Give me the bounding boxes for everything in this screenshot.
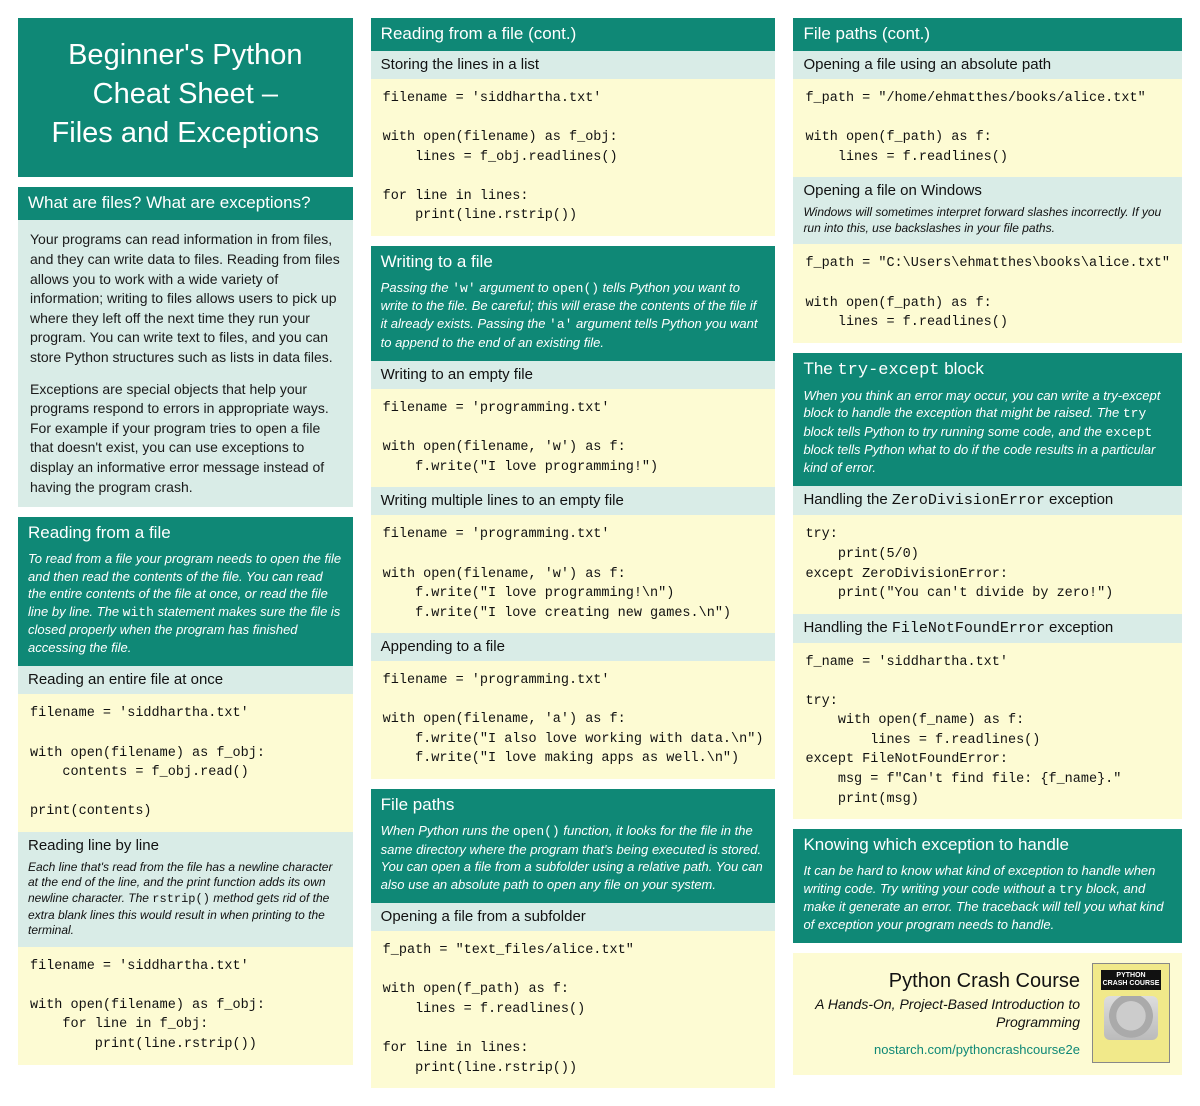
text: Handling the: [803, 619, 891, 636]
column-2: Reading from a file (cont.) Storing the …: [371, 18, 776, 1088]
knowing-section: Knowing which exception to handle It can…: [793, 829, 1182, 943]
filepaths-desc: When Python runs the open() function, it…: [371, 822, 776, 903]
intro-body: Your programs can read information in fr…: [18, 220, 353, 507]
intro-p1: Your programs can read information in fr…: [30, 230, 341, 367]
try-except-section: The try-except block When you think an e…: [793, 353, 1182, 819]
code-inline: try: [1059, 882, 1082, 897]
code-inline: try: [1123, 406, 1146, 421]
zde-code: try: print(5/0) except ZeroDivisionError…: [793, 515, 1182, 613]
text: argument to: [476, 280, 553, 295]
code-inline: 'a': [549, 317, 572, 332]
reading-section: Reading from a file To read from a file …: [18, 517, 353, 1064]
text: The: [803, 359, 837, 378]
filepaths-section: File paths When Python runs the open() f…: [371, 789, 776, 1088]
win-subhead: Opening a file on Windows: [793, 177, 1182, 205]
reading-cont-header: Reading from a file (cont.): [371, 18, 776, 51]
text: exception: [1045, 619, 1113, 636]
win-desc: Windows will sometimes interpret forward…: [793, 205, 1182, 244]
store-subhead: Storing the lines in a list: [371, 51, 776, 79]
subfolder-code: f_path = "text_files/alice.txt" with ope…: [371, 931, 776, 1088]
code-inline: 'w': [452, 281, 475, 296]
writing-header: Writing to a file: [371, 246, 776, 279]
cheat-sheet-page: Beginner's Python Cheat Sheet – Files an…: [18, 18, 1182, 1088]
filepaths-cont-header: File paths (cont.): [793, 18, 1182, 51]
page-title: Beginner's Python Cheat Sheet – Files an…: [18, 18, 353, 177]
code-inline: ZeroDivisionError: [892, 492, 1045, 509]
filepaths-header: File paths: [371, 789, 776, 822]
code-inline: except: [1106, 425, 1153, 440]
intro-section: What are files? What are exceptions? You…: [18, 187, 353, 507]
code-inline: try-except: [837, 361, 939, 380]
robot-icon: [1104, 996, 1158, 1040]
writing-section: Writing to a file Passing the 'w' argume…: [371, 246, 776, 779]
code-inline: FileNotFoundError: [892, 620, 1045, 637]
write-multi-subhead: Writing multiple lines to an empty file: [371, 487, 776, 515]
column-1: Beginner's Python Cheat Sheet – Files an…: [18, 18, 353, 1088]
read-entire-subhead: Reading an entire file at once: [18, 666, 353, 694]
write-multi-code: filename = 'programming.txt' with open(f…: [371, 515, 776, 633]
promo-title: Python Crash Course: [805, 970, 1080, 993]
read-entire-code: filename = 'siddhartha.txt' with open(fi…: [18, 694, 353, 831]
knowing-header: Knowing which exception to handle: [793, 829, 1182, 862]
book-cover-icon: PYTHON CRASH COURSE: [1092, 963, 1170, 1063]
knowing-desc: It can be hard to know what kind of exce…: [793, 862, 1182, 943]
text: Handling the: [803, 491, 891, 508]
column-3: File paths (cont.) Opening a file using …: [793, 18, 1182, 1088]
read-line-subhead: Reading line by line: [18, 832, 353, 860]
text: When you think an error may occur, you c…: [803, 388, 1160, 421]
append-subhead: Appending to a file: [371, 633, 776, 661]
code-inline: open(): [513, 824, 560, 839]
code-inline: open(): [552, 281, 599, 296]
text: block tells Python what to do if the cod…: [803, 442, 1155, 475]
text: block: [940, 359, 984, 378]
promo-subtitle: A Hands-On, Project-Based Introduction t…: [805, 995, 1080, 1031]
store-code: filename = 'siddhartha.txt' with open(fi…: [371, 79, 776, 236]
write-empty-subhead: Writing to an empty file: [371, 361, 776, 389]
fnf-subhead: Handling the FileNotFoundError exception: [793, 614, 1182, 643]
try-except-header: The try-except block: [793, 353, 1182, 387]
intro-header: What are files? What are exceptions?: [18, 187, 353, 220]
text: Passing the: [381, 280, 453, 295]
abs-code: f_path = "/home/ehmatthes/books/alice.tx…: [793, 79, 1182, 177]
code-inline: with: [123, 605, 154, 620]
write-empty-code: filename = 'programming.txt' with open(f…: [371, 389, 776, 487]
promo-link[interactable]: nostarch.com/pythoncrashcourse2e: [805, 1042, 1080, 1057]
reading-cont-section: Reading from a file (cont.) Storing the …: [371, 18, 776, 236]
read-line-code: filename = 'siddhartha.txt' with open(fi…: [18, 947, 353, 1065]
win-code: f_path = "C:\Users\ehmatthes\books\alice…: [793, 244, 1182, 342]
abs-subhead: Opening a file using an absolute path: [793, 51, 1182, 79]
code-inline: rstrip(): [152, 892, 210, 906]
fnf-code: f_name = 'siddhartha.txt' try: with open…: [793, 643, 1182, 820]
text: block tells Python to try running some c…: [803, 424, 1105, 439]
reading-header: Reading from a file: [18, 517, 353, 550]
promo-text: Python Crash Course A Hands-On, Project-…: [805, 970, 1080, 1056]
promo-box: Python Crash Course A Hands-On, Project-…: [793, 953, 1182, 1075]
writing-desc: Passing the 'w' argument to open() tells…: [371, 279, 776, 361]
text: exception: [1045, 491, 1113, 508]
read-line-desc: Each line that's read from the file has …: [18, 860, 353, 947]
intro-p2: Exceptions are special objects that help…: [30, 380, 341, 498]
reading-desc: To read from a file your program needs t…: [18, 550, 353, 666]
zde-subhead: Handling the ZeroDivisionError exception: [793, 486, 1182, 515]
text: When Python runs the: [381, 823, 513, 838]
append-code: filename = 'programming.txt' with open(f…: [371, 661, 776, 779]
try-except-desc: When you think an error may occur, you c…: [793, 387, 1182, 487]
cover-title: PYTHON CRASH COURSE: [1101, 970, 1162, 989]
filepaths-cont-section: File paths (cont.) Opening a file using …: [793, 18, 1182, 343]
